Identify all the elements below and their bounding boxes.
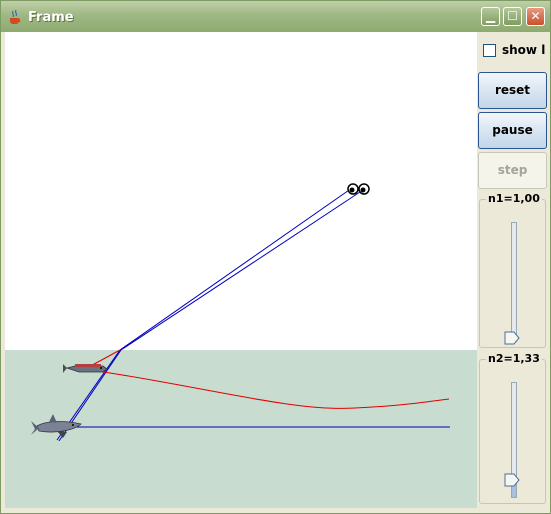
minimize-button[interactable]: ▁ — [481, 7, 500, 26]
n2-slider-panel: n2=1,33 — [479, 352, 546, 504]
java-cup-icon — [10, 9, 21, 24]
close-icon: ✕ — [530, 9, 541, 23]
n1-label: n1=1,00 — [486, 192, 542, 205]
n1-slider-thumb[interactable] — [504, 331, 520, 345]
reset-button[interactable]: reset — [478, 72, 547, 109]
n1-slider-panel: n1=1,00 — [479, 192, 546, 348]
maximize-button[interactable]: ☐ — [503, 7, 522, 26]
n1-slider-track[interactable] — [511, 222, 517, 342]
scene-svg — [5, 32, 477, 508]
app-window: Frame ▁ ☐ ✕ show l reset pause step n1=1… — [0, 0, 551, 514]
pause-button[interactable]: pause — [478, 112, 547, 149]
show-l-checkbox[interactable] — [483, 44, 496, 57]
close-button[interactable]: ✕ — [526, 7, 545, 26]
air-region — [5, 32, 477, 350]
control-panel: show l reset pause step n1=1,00 n2=1,33 — [477, 32, 549, 508]
window-title: Frame — [28, 10, 74, 25]
step-button: step — [478, 152, 547, 189]
water-region — [5, 350, 477, 508]
title-bar[interactable]: Frame ▁ ☐ ✕ — [1, 1, 550, 32]
n2-label: n2=1,33 — [486, 352, 542, 365]
show-l-label: show l — [502, 43, 546, 57]
n2-slider-thumb[interactable] — [504, 473, 520, 487]
maximize-icon: ☐ — [507, 9, 518, 23]
minimize-icon: ▁ — [485, 9, 496, 23]
simulation-canvas[interactable] — [5, 32, 477, 508]
